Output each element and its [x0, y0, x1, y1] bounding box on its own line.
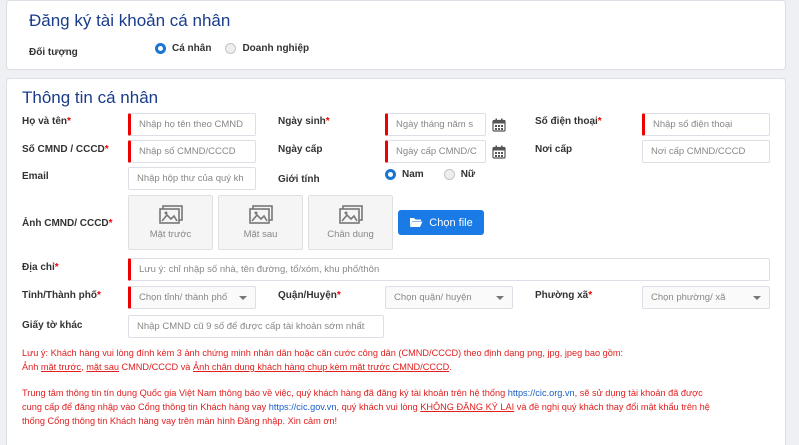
- photo-front[interactable]: Mặt trước: [128, 195, 213, 250]
- photo-front-caption: Mặt trước: [149, 229, 192, 240]
- phone-label: Số điện thoại*: [535, 116, 602, 127]
- issue-place-label: Nơi cấp: [535, 144, 573, 155]
- photo-portrait-caption: Chân dung: [327, 229, 374, 240]
- image-icon: [338, 205, 363, 224]
- audience-label: Đối tượng: [29, 47, 78, 58]
- issue-date-input[interactable]: Ngày cấp CMND/C: [385, 140, 486, 163]
- account-type-card: Đăng ký tài khoản cá nhân Đối tượng Cá n…: [6, 0, 786, 70]
- calendar-icon[interactable]: [492, 145, 506, 159]
- page-title: Đăng ký tài khoản cá nhân: [29, 11, 231, 30]
- dob-input[interactable]: Ngày tháng năm s: [385, 113, 486, 136]
- radio-individual-label[interactable]: Cá nhân: [172, 43, 211, 54]
- email-input[interactable]: Nhập hộp thư của quý kh: [128, 167, 256, 190]
- attachment-note: Lưu ý: Khách hàng vui lòng đính kèm 3 ản…: [22, 348, 624, 372]
- chevron-down-icon: [753, 296, 761, 300]
- folder-open-icon: [410, 218, 423, 227]
- section-title: Thông tin cá nhân: [22, 88, 159, 107]
- radio-male[interactable]: [385, 169, 396, 180]
- idnum-label: Số CMND / CCCD*: [22, 144, 109, 155]
- radio-female[interactable]: [443, 169, 455, 180]
- chevron-down-icon: [239, 296, 247, 300]
- photo-portrait[interactable]: Chân dung: [308, 195, 393, 250]
- issue-date-label: Ngày cấp: [278, 144, 323, 155]
- ward-label: Phường xã*: [535, 290, 593, 301]
- radio-female-label[interactable]: Nữ: [461, 169, 475, 180]
- other-doc-label: Giấy tờ khác: [22, 320, 83, 331]
- system-notice: Trung tâm thông tin tín dụng Quốc gia Vi…: [22, 388, 710, 426]
- photo-back-caption: Mặt sau: [243, 229, 278, 240]
- issue-place-input[interactable]: Nơi cấp CMND/CCCD: [642, 140, 770, 163]
- cic-org-link[interactable]: https://cic.org.vn: [508, 388, 575, 398]
- province-select[interactable]: Chọn tỉnh/ thành phố: [128, 286, 256, 309]
- radio-individual[interactable]: [155, 43, 166, 54]
- other-doc-input[interactable]: Nhập CMND cũ 9 số để được cấp tài khoản …: [128, 315, 384, 338]
- audience-radio-group: Cá nhân Doanh nghiệp: [155, 43, 323, 54]
- ward-select[interactable]: Chọn phường/ xã: [642, 286, 770, 309]
- province-label: Tỉnh/Thành phố*: [22, 290, 101, 301]
- chevron-down-icon: [496, 296, 504, 300]
- district-label: Quận/Huyện*: [278, 290, 341, 301]
- gender-radio-group: Nam Nữ: [385, 169, 489, 180]
- radio-male-label[interactable]: Nam: [402, 169, 424, 180]
- radio-business-label[interactable]: Doanh nghiệp: [242, 43, 309, 54]
- radio-business[interactable]: [225, 43, 237, 54]
- image-icon: [248, 205, 273, 224]
- cic-gov-link[interactable]: https://cic.gov.vn: [269, 402, 337, 412]
- fullname-input[interactable]: Nhập họ tên theo CMND: [128, 113, 256, 136]
- gender-label: Giới tính: [278, 174, 320, 185]
- calendar-icon[interactable]: [492, 118, 506, 132]
- address-label: Địa chỉ*: [22, 262, 59, 273]
- dob-label: Ngày sinh*: [278, 116, 330, 127]
- address-input[interactable]: Lưu ý: chỉ nhập số nhà, tên đường, tổ/xó…: [128, 258, 770, 281]
- choose-file-button[interactable]: Chọn file: [398, 210, 484, 235]
- photos-label: Ảnh CMND/ CCCD*: [22, 218, 113, 229]
- idnum-input[interactable]: Nhập số CMND/CCCD: [128, 140, 256, 163]
- email-label: Email: [22, 171, 49, 182]
- phone-input[interactable]: Nhập số điện thoại: [642, 113, 770, 136]
- district-select[interactable]: Chọn quận/ huyện: [385, 286, 513, 309]
- photo-back[interactable]: Mặt sau: [218, 195, 303, 250]
- image-icon: [158, 205, 183, 224]
- fullname-label: Họ và tên*: [22, 116, 71, 127]
- choose-file-label: Chọn file: [429, 216, 473, 229]
